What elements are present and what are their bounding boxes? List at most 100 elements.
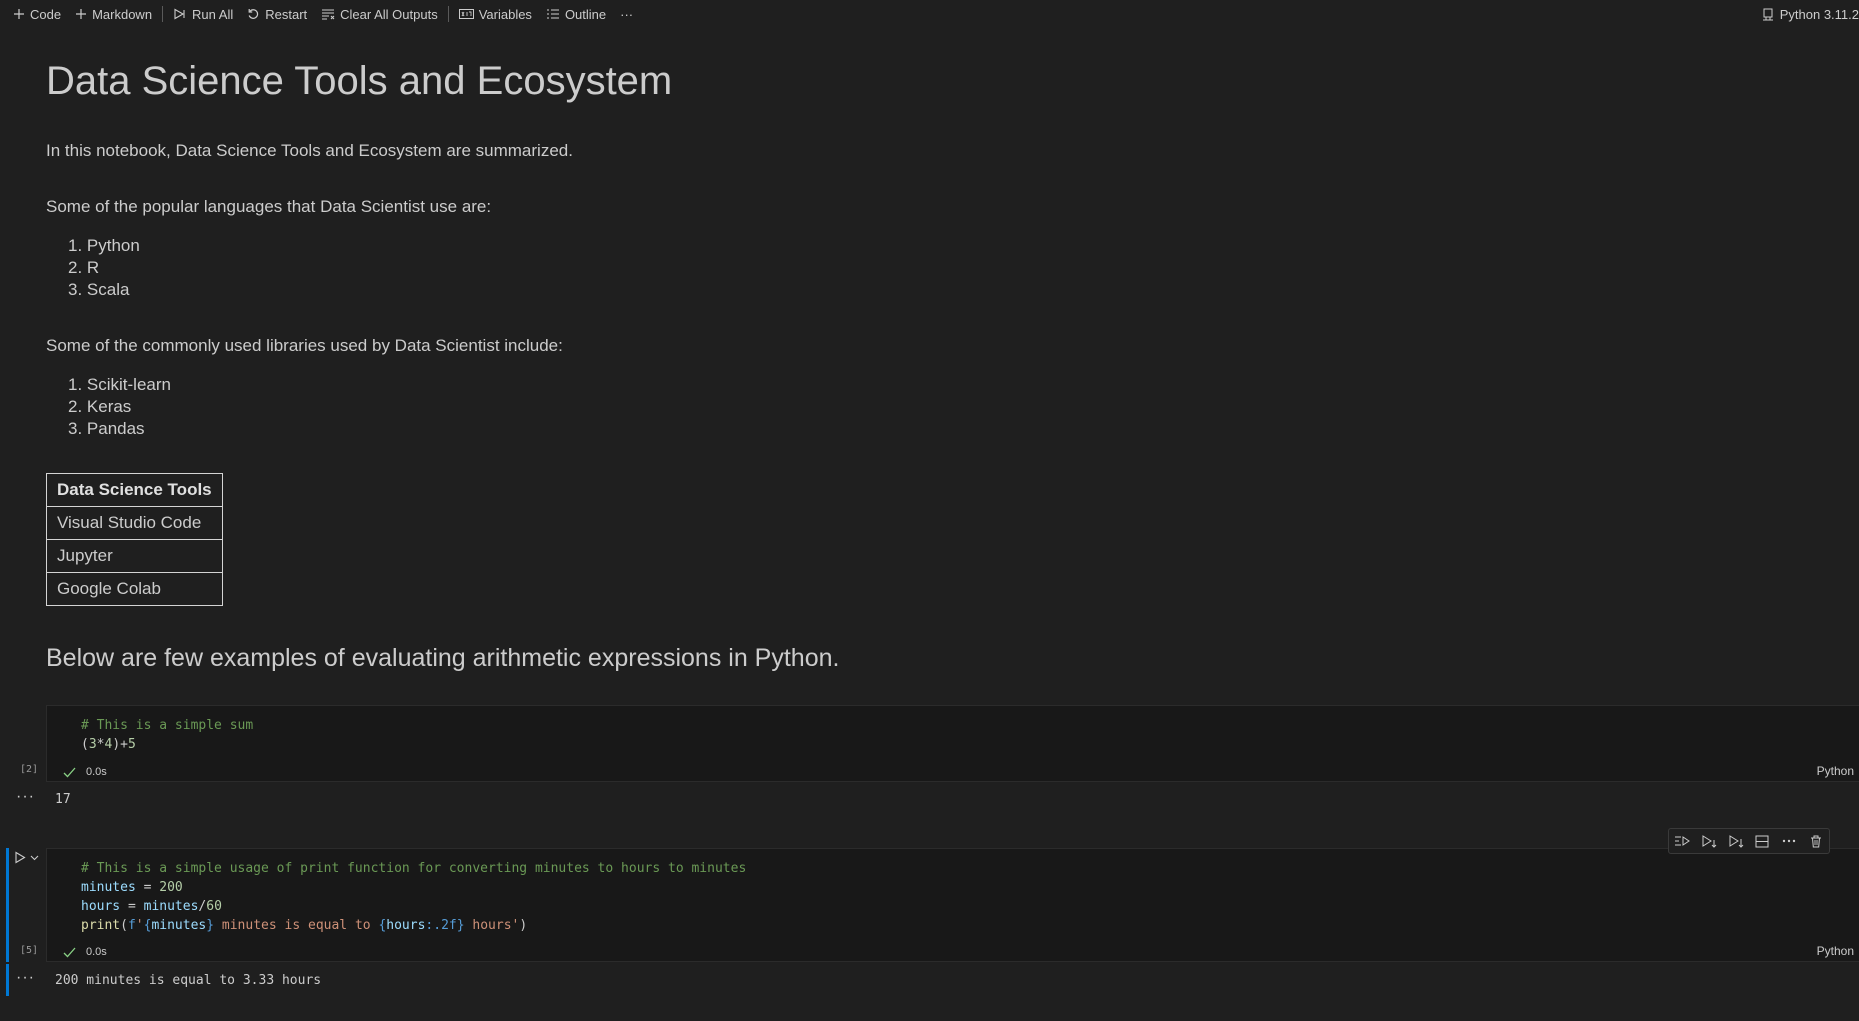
trash-icon (1810, 835, 1821, 847)
libraries-intro: Some of the commonly used libraries used… (46, 336, 563, 355)
code-cell-2[interactable]: # This is a simple usage of print functi… (46, 848, 1859, 962)
execution-time: 0.0s (86, 946, 107, 958)
outline-button[interactable]: Outline (539, 3, 613, 25)
code-token: :.2f (425, 918, 457, 933)
more-actions-button[interactable]: ··· (613, 3, 640, 25)
code-token: ' (135, 918, 144, 933)
cell-language-button[interactable]: Python (1817, 764, 1854, 778)
execute-above-button[interactable] (1671, 830, 1693, 852)
restart-icon (248, 8, 259, 19)
table-cell: Visual Studio Code (46, 506, 223, 540)
add-code-label: Code (30, 6, 62, 22)
variables-button[interactable]: Variables (452, 3, 539, 25)
code-token: ) (519, 918, 528, 933)
table-cell: Google Colab (46, 572, 223, 606)
code-token: minutes is equal to (214, 918, 379, 933)
variables-label: Variables (478, 6, 532, 22)
cell-output: 200 minutes is equal to 3.33 hours (55, 973, 322, 988)
execution-status: 0.0s (63, 946, 107, 958)
code-token: ( (81, 737, 89, 752)
run-cell-button[interactable] (14, 851, 39, 864)
add-code-cell-button[interactable]: Code (6, 3, 68, 25)
checkmark-icon (63, 947, 76, 957)
table-row: Jupyter (46, 539, 223, 573)
variables-icon (458, 9, 474, 19)
run-all-button[interactable]: Run All (166, 3, 240, 25)
execute-cell-and-below-button[interactable] (1698, 830, 1720, 852)
code-token: 3 (88, 737, 97, 752)
clear-outputs-icon (322, 9, 335, 20)
code-token: hours (386, 918, 426, 933)
list-item: 1. Python (68, 236, 140, 255)
notebook-title: Data Science Tools and Ecosystem (46, 59, 673, 103)
code-token: ( (120, 918, 128, 933)
execution-count: [2] (20, 764, 39, 775)
code-token: 5 (127, 737, 136, 752)
ellipsis-icon (1782, 839, 1796, 843)
code-token: minutes (81, 880, 136, 895)
chevron-down-icon[interactable] (30, 855, 39, 861)
code-token: minutes (151, 918, 207, 933)
code-token: )+ (112, 737, 128, 752)
delete-cell-button[interactable] (1805, 830, 1827, 852)
code-editor[interactable]: # This is a simple usage of print functi… (81, 859, 746, 935)
run-above-icon (1675, 836, 1691, 846)
split-cell-button[interactable] (1751, 830, 1773, 852)
execution-time: 0.0s (86, 766, 107, 778)
code-token: } (206, 918, 215, 933)
cell-language-button[interactable]: Python (1817, 944, 1854, 958)
plus-icon (14, 9, 24, 19)
table-cell: Jupyter (46, 539, 223, 573)
execute-below-button[interactable] (1725, 830, 1747, 852)
cell-toolbar (1668, 828, 1830, 854)
code-token: 200 (159, 880, 183, 895)
execution-count: [5] (20, 945, 39, 956)
intro-text: In this notebook, Data Science Tools and… (46, 141, 573, 160)
restart-label: Restart (265, 6, 308, 22)
toolbar-separator (162, 6, 164, 22)
code-token: f (127, 918, 136, 933)
add-markdown-cell-button[interactable]: Markdown (68, 3, 159, 25)
languages-intro: Some of the popular languages that Data … (46, 197, 492, 216)
code-token: = (120, 899, 144, 914)
output-more-icon[interactable]: ··· (16, 788, 35, 806)
table-row: Google Colab (46, 572, 223, 606)
run-all-label: Run All (192, 6, 234, 22)
languages-list: 1. Python 2. R 3. Scala (68, 235, 140, 301)
libraries-list: 1. Scikit-learn 2. Keras 3. Pandas (68, 374, 171, 440)
output-selection-indicator (6, 964, 9, 996)
more-cell-actions-button[interactable] (1778, 830, 1800, 852)
restart-button[interactable]: Restart (240, 3, 314, 25)
code-comment: # This is a simple usage of print functi… (81, 861, 747, 876)
code-editor[interactable]: # This is a simple sum (3*4)+5 (81, 716, 253, 754)
clear-all-outputs-button[interactable]: Clear All Outputs (314, 3, 445, 25)
table-header: Data Science Tools (46, 473, 223, 507)
notebook-toolbar: Code Markdown Run All Restart Clear All … (0, 0, 1859, 28)
code-token: = (135, 880, 160, 895)
run-below-icon (1702, 834, 1717, 848)
outline-label: Outline (564, 6, 607, 22)
add-markdown-label: Markdown (92, 6, 153, 22)
cell-output: 17 (55, 792, 71, 807)
list-item: 2. Keras (68, 397, 132, 416)
table-row: Visual Studio Code (46, 506, 223, 540)
run-all-icon (174, 8, 185, 20)
kernel-icon (1762, 8, 1773, 20)
kernel-label: Python 3.11.2 (1779, 6, 1859, 22)
plus-icon (76, 9, 87, 19)
outline-icon (546, 9, 559, 19)
list-item: 2. R (68, 258, 100, 277)
play-icon (15, 851, 26, 864)
tools-table: Data Science Tools Visual Studio Code Ju… (46, 473, 223, 606)
run-cell-below-icon (1729, 834, 1743, 848)
list-item: 3. Scala (68, 280, 130, 299)
code-token: } (456, 918, 465, 933)
output-more-icon[interactable]: ··· (16, 969, 35, 987)
kernel-picker[interactable]: Python 3.11.2 (1762, 0, 1859, 28)
code-token: hours' (464, 918, 520, 933)
code-cell-1[interactable]: # This is a simple sum (3*4)+5 0.0s Pyth… (46, 705, 1859, 782)
arithmetic-heading: Below are few examples of evaluating ari… (46, 644, 840, 672)
table-header-row: Data Science Tools (46, 473, 223, 507)
checkmark-icon (63, 767, 76, 777)
toolbar-separator (447, 6, 449, 22)
